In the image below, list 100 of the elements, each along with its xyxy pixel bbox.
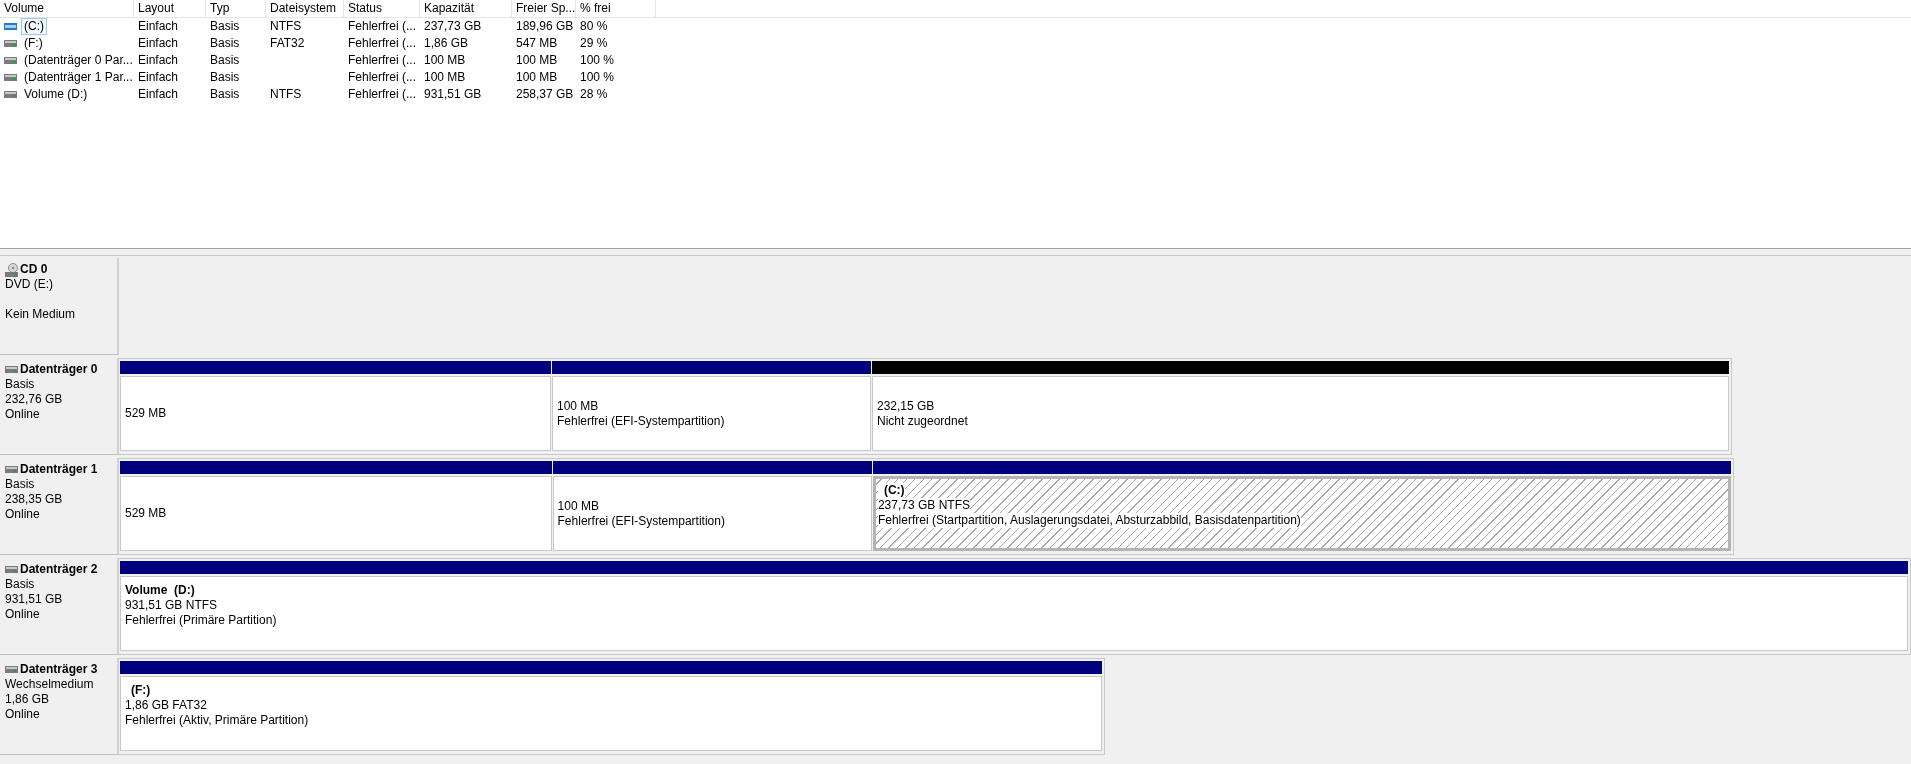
table-cell: 100 MB <box>516 53 558 68</box>
partition-info: Fehlerfrei (Aktiv, Primäre Partition) <box>125 713 309 728</box>
disk-detail: 232,76 GB <box>5 392 63 406</box>
partition-info: 237,73 GB NTFS <box>877 498 970 513</box>
table-cell: Basis <box>210 53 240 68</box>
table-cell: Fehlerfrei (... <box>348 36 416 51</box>
table-cell: 931,51 GB <box>424 87 482 102</box>
partition-info: Fehlerfrei (EFI-Systempartition) <box>557 513 725 529</box>
table-cell[interactable]: (C:) <box>21 18 47 35</box>
disk-label-panel[interactable]: Datenträger 3 Wechselmedium 1,86 GB Online <box>0 658 119 755</box>
table-cell[interactable]: (Datenträger 0 Par... <box>21 52 136 69</box>
table-cell: 1,86 GB <box>424 36 469 51</box>
table-cell: Basis <box>210 70 240 85</box>
drive-icon <box>5 466 18 473</box>
disk-detail: Wechselmedium <box>5 677 94 691</box>
table-cell: 100 % <box>580 70 615 85</box>
disk-detail: Kein Medium <box>5 307 76 321</box>
table-cell: NTFS <box>270 87 302 102</box>
disk-label-panel[interactable]: Datenträger 1 Basis 238,35 GB Online <box>0 458 119 555</box>
disk-detail: Online <box>5 607 40 621</box>
partition-info: Fehlerfrei (Primäre Partition) <box>125 613 277 628</box>
column-header[interactable]: % frei <box>576 0 656 17</box>
drive-icon <box>5 366 18 373</box>
column-header[interactable]: Volume <box>0 0 134 17</box>
table-cell: 258,37 GB <box>516 87 574 102</box>
table-cell: 237,73 GB <box>424 19 482 34</box>
disk-name: Datenträger 1 <box>20 462 98 477</box>
table-cell: FAT32 <box>270 36 305 51</box>
partition-info: 931,51 GB NTFS <box>125 598 218 613</box>
disk-detail: Basis <box>5 477 35 491</box>
table-cell: 100 MB <box>516 70 558 85</box>
column-header[interactable]: Typ <box>206 0 266 17</box>
table-cell: Einfach <box>138 87 179 102</box>
partition-name: (F:) <box>130 683 151 698</box>
column-header[interactable]: Dateisystem <box>266 0 344 17</box>
partition[interactable]: 100 MB Fehlerfrei (EFI-Systempartition) <box>552 361 871 451</box>
table-cell[interactable]: (F:) <box>21 35 46 52</box>
partition[interactable]: 100 MB Fehlerfrei (EFI-Systempartition) <box>552 461 872 551</box>
drive-icon <box>4 57 17 64</box>
partition-info: 232,15 GB <box>877 398 935 414</box>
drive-icon <box>4 74 17 81</box>
table-cell: 28 % <box>580 87 608 102</box>
disk-detail: 238,35 GB <box>5 492 63 506</box>
partition-info: Fehlerfrei (EFI-Systempartition) <box>557 413 725 429</box>
partition-info: 529 MB <box>125 506 167 521</box>
disk-detail: 1,86 GB <box>5 692 50 706</box>
table-cell: Fehlerfrei (... <box>348 87 416 102</box>
table-cell: 189,96 GB <box>516 19 574 34</box>
disk-detail: DVD (E:) <box>5 277 53 291</box>
table-cell: NTFS <box>270 19 302 34</box>
table-cell: Einfach <box>138 53 179 68</box>
disk-label-panel[interactable]: Datenträger 2 Basis 931,51 GB Online <box>0 558 119 655</box>
table-cell: Fehlerfrei (... <box>348 53 416 68</box>
disk-detail: Basis <box>5 377 35 391</box>
table-cell: 100 MB <box>424 53 466 68</box>
partition-name: (C:) <box>877 483 905 498</box>
cd-drive-icon <box>5 262 18 277</box>
partition-info: 100 MB <box>557 498 599 514</box>
table-cell: Fehlerfrei (... <box>348 70 416 85</box>
table-cell[interactable]: Volume (D:) <box>21 86 91 103</box>
disk-detail: 931,51 GB <box>5 592 63 606</box>
column-header[interactable]: Kapazität <box>420 0 512 17</box>
table-cell: Einfach <box>138 70 179 85</box>
partition-info: 529 MB <box>125 406 167 421</box>
disk-label-panel[interactable]: CD 0 DVD (E:) Kein Medium <box>0 258 119 355</box>
table-cell[interactable]: (Datenträger 1 Par... <box>21 69 136 86</box>
partition-info: Fehlerfrei (Startpartition, Auslagerungsdatei, Absturzabbild, Basisdatenpartition) <box>877 513 1301 528</box>
partition[interactable]: 529 MB <box>120 461 552 551</box>
table-cell: Basis <box>210 36 240 51</box>
disk-detail: Online <box>5 407 40 421</box>
table-cell: Fehlerfrei (... <box>348 19 416 34</box>
drive-icon <box>4 23 17 30</box>
partition-name: Volume (D:) <box>125 583 195 598</box>
disk-detail: Online <box>5 507 40 521</box>
disk-name: Datenträger 3 <box>20 662 98 677</box>
drive-icon <box>5 666 18 673</box>
disk-name: CD 0 <box>20 262 48 277</box>
disk-name: Datenträger 2 <box>20 562 98 577</box>
partition-info: 100 MB <box>557 398 599 414</box>
table-cell: 80 % <box>580 19 608 34</box>
partition-info: Nicht zugeordnet <box>877 413 968 429</box>
column-header[interactable]: Layout <box>134 0 206 17</box>
column-header[interactable]: Freier Sp... <box>512 0 576 17</box>
partition[interactable]: (C:) 237,73 GB NTFS Fehlerfrei (Startpartition, Auslagerungsdatei, Absturzabbild, Basisdatenpartition) <box>872 461 1731 551</box>
table-cell: 547 MB <box>516 36 558 51</box>
drive-icon <box>5 566 18 573</box>
disk-detail: Online <box>5 707 40 721</box>
partition-info: 1,86 GB FAT32 <box>125 698 207 713</box>
table-cell: Einfach <box>138 19 179 34</box>
disk-label-panel[interactable]: Datenträger 0 Basis 232,76 GB Online <box>0 358 119 455</box>
disk-name: Datenträger 0 <box>20 362 98 377</box>
table-cell: Einfach <box>138 36 179 51</box>
disk-detail: Basis <box>5 577 35 591</box>
table-cell: Basis <box>210 19 240 34</box>
table-cell: 29 % <box>580 36 608 51</box>
column-header[interactable]: Status <box>344 0 420 17</box>
partition[interactable]: 232,15 GB Nicht zugeordnet <box>872 361 1729 451</box>
table-cell: Basis <box>210 87 240 102</box>
partition[interactable]: 529 MB <box>120 361 551 451</box>
drive-icon <box>4 40 17 47</box>
